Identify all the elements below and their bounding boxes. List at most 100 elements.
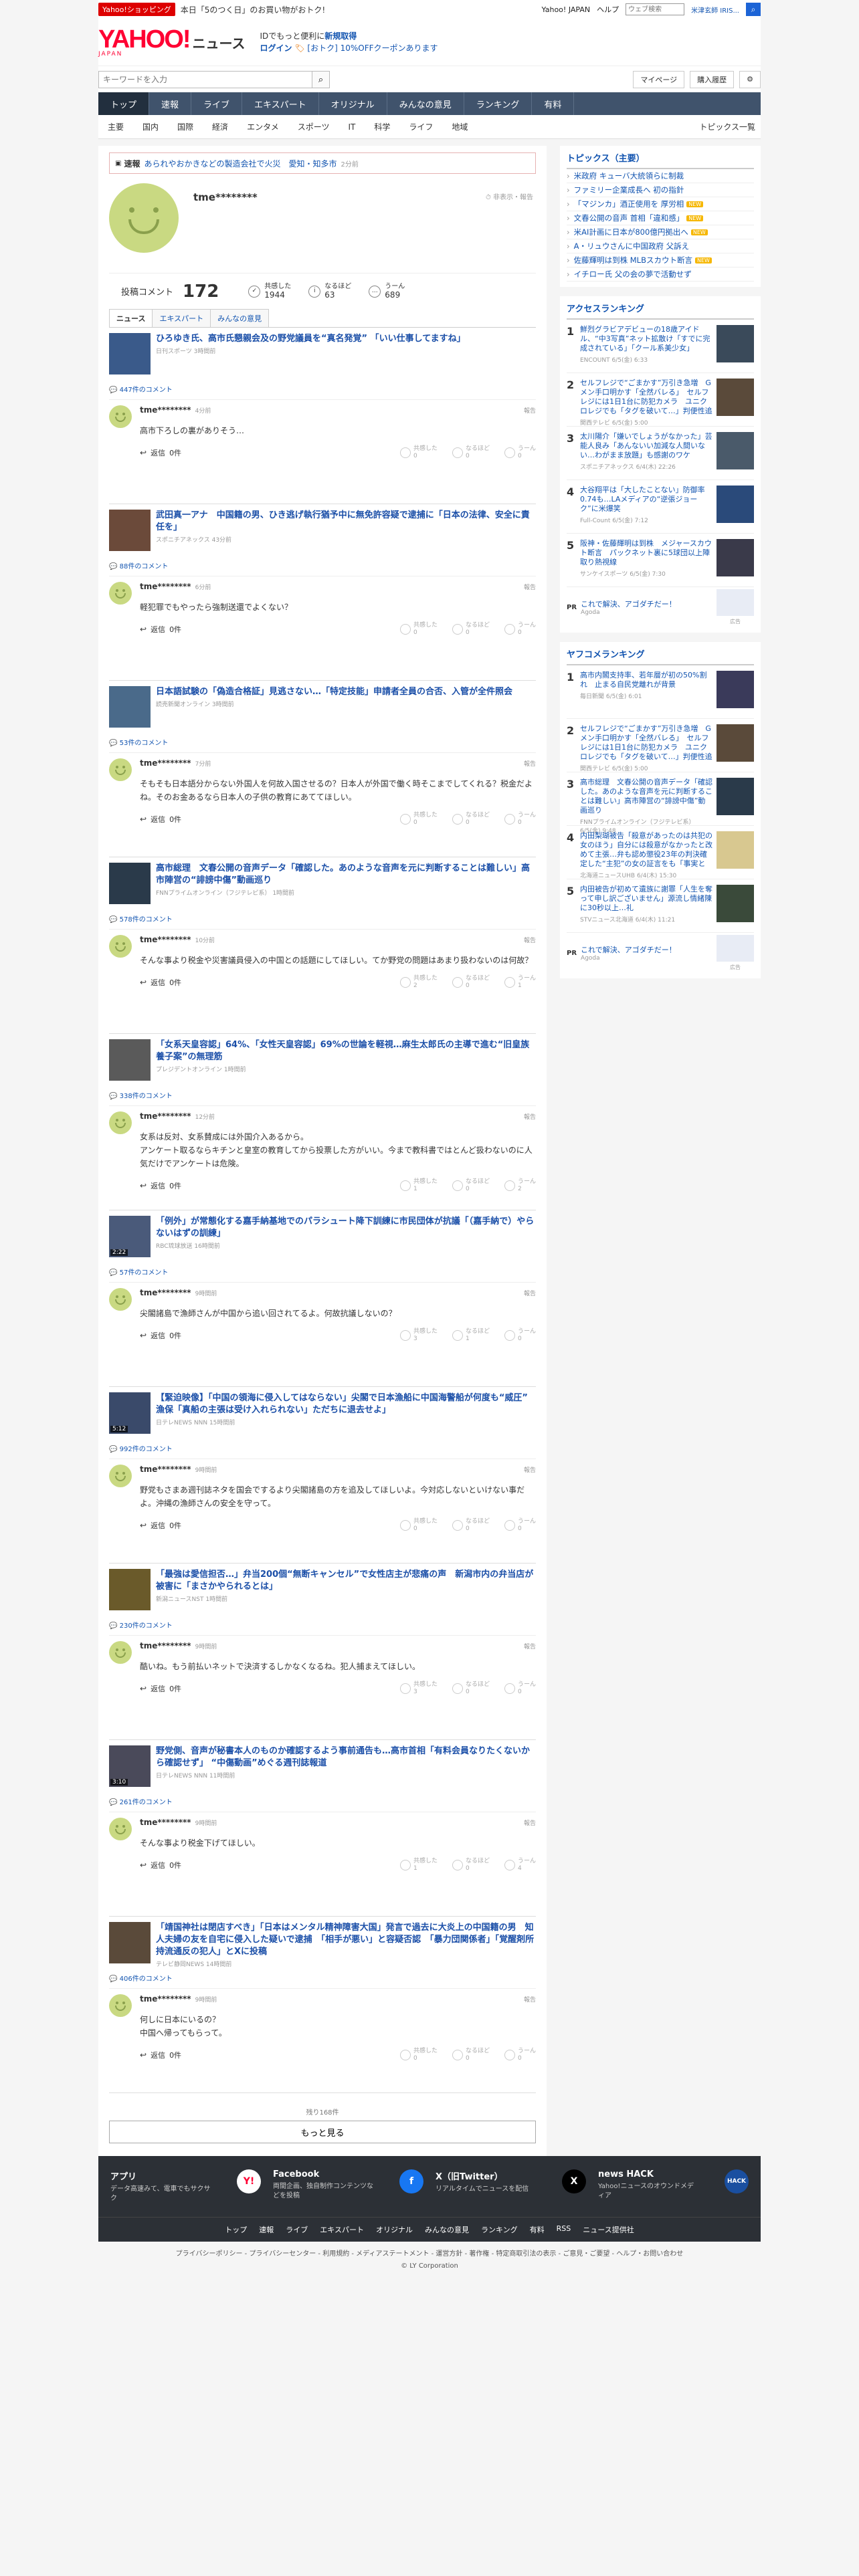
ranking-title[interactable]: セルフレジで“ごまかす”万引き急増 G メン手口明かす「全然バレる」 セルフレジ… (580, 724, 712, 762)
comment-count-link[interactable]: 💬 406件のコメント (109, 1973, 536, 1989)
article-link[interactable]: 「最強は愛信担否…」弁当200個“無断キャンセル”で女性店主が悲痛の声 新潟市内… (109, 1569, 536, 1610)
reply-button[interactable]: ↩ 返信 0件 (140, 2050, 181, 2060)
topic-item[interactable]: › 米AI計画に日本が800億円拠出へ NEW (567, 225, 754, 239)
reaction-agree-button[interactable]: 共感した 0 (399, 445, 438, 460)
footer-link-0[interactable]: トップ (225, 2224, 247, 2235)
nav-tab-6[interactable]: ランキング (464, 92, 533, 115)
reply-button[interactable]: ↩ 返信 0件 (140, 977, 181, 988)
footer-app-3[interactable]: news HACK Yahoo!ニュースのオウンドメディア HACK (598, 2169, 749, 2204)
comment-count-link[interactable]: 💬 992件のコメント (109, 1443, 536, 1459)
reaction-naruhodo-button[interactable]: なるほど 0 (452, 622, 490, 637)
ranking-title[interactable]: セルフレジで“ごまかす”万引き急増 G メン手口明かす「全然バレる」 セルフレジ… (580, 379, 712, 416)
reaction-uun-button[interactable]: うーん 2 (504, 1178, 536, 1193)
ranking-item[interactable]: 4 大谷翔平は「大したことない」防御率0.74も…LAメディアの“逆張ジョーク”に… (567, 480, 754, 534)
ranking-thumbnail[interactable] (717, 885, 754, 922)
reaction-uun-button[interactable]: うーん 1 (504, 975, 536, 990)
article-link[interactable]: 3:10 野党側、音声が秘書本人のものか確認するよう事前通告も…高市首相「有料会員… (109, 1745, 536, 1787)
reaction-agree-button[interactable]: 共感した 0 (399, 1518, 438, 1533)
breaking-title[interactable]: あられやおかきなどの製造会社で火災 愛知・知多市 (144, 158, 337, 169)
footer-link-3[interactable]: エキスパート (320, 2224, 364, 2235)
tab-1[interactable]: エキスパート (152, 309, 211, 327)
topic-item[interactable]: › イチロー氏 父の会の夢で活動せず (567, 267, 754, 282)
tab-2[interactable]: みんなの意見 (210, 309, 270, 327)
article-link[interactable]: 武田真一アナ 中国籍の男、ひき逃げ執行猶予中に無免許容疑で逮捕に「日本の法律、安… (109, 510, 536, 551)
article-title[interactable]: 野党側、音声が秘書本人のものか確認するよう事前通告も…高市首相「有料会員なりたく… (156, 1745, 536, 1769)
reaction-uun-button[interactable]: うーん 0 (504, 1681, 536, 1696)
reaction-uun-button[interactable]: うーん 4 (504, 1858, 536, 1872)
article-title[interactable]: 「最強は愛信担否…」弁当200個“無断キャンセル”で女性店主が悲痛の声 新潟市内… (156, 1569, 536, 1593)
category-tab-3[interactable]: 経済 (203, 121, 237, 132)
topic-item[interactable]: › A・リュウさんに中国政府 父訴え (567, 239, 754, 253)
category-tab-1[interactable]: 国内 (133, 121, 168, 132)
web-search-input[interactable] (626, 3, 685, 15)
ranking-item[interactable]: 4 内田梨瑚被告「殺意があったのは共犯の女のほう」自分には殺意がなかったと改めて主… (567, 826, 754, 879)
article-title[interactable]: 武田真一アナ 中国籍の男、ひき逃げ執行猶予中に無免許容疑で逮捕に「日本の法律、安… (156, 510, 536, 534)
reply-button[interactable]: ↩ 返信 0件 (140, 1330, 181, 1341)
ranking-item[interactable]: 2 セルフレジで“ごまかす”万引き急増 G メン手口明かす「全然バレる」 セルフレ… (567, 373, 754, 427)
category-tab-9[interactable]: 地域 (442, 121, 477, 132)
footer-link-8[interactable]: RSS (557, 2224, 571, 2235)
footer-link-5[interactable]: みんなの意見 (425, 2224, 469, 2235)
reply-button[interactable]: ↩ 返信 0件 (140, 447, 181, 458)
ranking-title[interactable]: 大谷翔平は「大したことない」防御率0.74も…LAメディアの“逆張ジョーク”に米… (580, 486, 712, 514)
category-tab-2[interactable]: 国際 (168, 121, 203, 132)
report-link[interactable]: 報告 (524, 1995, 536, 2004)
reaction-naruhodo-button[interactable]: なるほど 0 (452, 1178, 490, 1193)
search-suggestion[interactable]: 米津玄師 IRIS... (691, 5, 739, 15)
article-link[interactable]: ひろゆき氏、高市氏懇親会及の野党議員を“真名発覚” 「いい仕事してますね」 日刊ス… (109, 333, 536, 374)
nav-tab-2[interactable]: ライブ (191, 92, 243, 115)
reaction-naruhodo-button[interactable]: なるほど 0 (452, 1858, 490, 1872)
article-title[interactable]: 「靖国神社は閉店すべき」「日本はメンタル精神障害大国」発言で過去に大炎上の中国籍… (156, 1922, 536, 1958)
service-name[interactable]: ニュース (193, 33, 246, 52)
pr-ad-2[interactable]: PR これで解決、アゴダチだー！ Agoda 広告 (567, 933, 754, 973)
reply-button[interactable]: ↩ 返信 0件 (140, 1860, 181, 1870)
article-title[interactable]: 日本語試験の「偽造合格証」見逃さない…「特定技能」申請者全員の合否、入管が全件照… (156, 686, 512, 698)
nav-tab-5[interactable]: みんなの意見 (387, 92, 464, 115)
ranking-thumbnail[interactable] (717, 831, 754, 869)
reaction-naruhodo-button[interactable]: なるほど 0 (452, 2048, 490, 2062)
topics-list-link[interactable]: トピックス一覧 (699, 121, 761, 132)
article-link[interactable]: 2:22 「例外」が常態化する嘉手納基地でのパラシュート降下訓練に市民団体が抗議「… (109, 1216, 536, 1257)
topic-item[interactable]: › 佐藤輝明は到株 MLBスカウト断言 NEW (567, 253, 754, 267)
comment-count-link[interactable]: 💬 88件のコメント (109, 560, 536, 576)
settings-button[interactable]: ⚙ (739, 70, 761, 88)
ranking-thumbnail[interactable] (717, 486, 754, 523)
report-link[interactable]: 報告 (524, 936, 536, 944)
article-thumbnail[interactable] (109, 510, 151, 551)
article-thumbnail[interactable] (109, 863, 151, 904)
reaction-agree-button[interactable]: 共感した 0 (399, 2048, 438, 2062)
footer-link-7[interactable]: 有料 (530, 2224, 545, 2235)
category-tab-8[interactable]: ライフ (399, 121, 442, 132)
reply-button[interactable]: ↩ 返信 0件 (140, 624, 181, 635)
ranking-thumbnail[interactable] (717, 778, 754, 815)
reply-button[interactable]: ↩ 返信 0件 (140, 1683, 181, 1694)
article-thumbnail[interactable] (109, 1039, 151, 1081)
reaction-uun-button[interactable]: うーん 0 (504, 1328, 536, 1343)
ranking-thumbnail[interactable] (717, 325, 754, 362)
ranking-thumbnail[interactable] (717, 539, 754, 576)
pr-ad[interactable]: PR これで解決、アゴダチだー！ Agoda 広告 (567, 587, 754, 627)
shopping-badge[interactable]: Yahoo!ショッピング (98, 3, 175, 16)
footer-app-2[interactable]: X（旧Twitter） リアルタイムでニュースを配信 X (436, 2169, 586, 2204)
article-thumbnail[interactable] (109, 333, 151, 374)
ranking-title[interactable]: 高市総理 文春公開の音声データ「確認した。あのような音声を元に判断することは難し… (580, 778, 712, 815)
topics-title[interactable]: トピックス（主要） (567, 151, 754, 169)
reaction-naruhodo-button[interactable]: なるほど 0 (452, 812, 490, 827)
ranking-title[interactable]: 高市内閣支持率、若年層が初の50%割れ 止まる自民党離れが背景 (580, 671, 712, 689)
category-tab-0[interactable]: 主要 (98, 121, 133, 132)
ranking-item[interactable]: 5 内田被告が初めて遺族に謝罪「人生を奪って申し訳ございません」源流し情緒陳に30… (567, 879, 754, 933)
article-title[interactable]: 高市総理 文春公開の音声データ「確認した。あのような音声を元に判断することは難し… (156, 863, 536, 887)
yahoo-logo[interactable]: YAHOO! JAPAN (98, 27, 191, 58)
reaction-naruhodo-button[interactable]: なるほど 0 (452, 445, 490, 460)
keyword-search-input[interactable] (98, 70, 312, 88)
ranking-item[interactable]: 1 高市内閣支持率、若年層が初の50%割れ 止まる自民党離れが背景 毎日新聞 6/5… (567, 665, 754, 719)
footer-app-1[interactable]: Facebook 両間企画、独自制作コンテンツなどを投稿 f (273, 2169, 423, 2204)
article-thumbnail[interactable]: 2:22 (109, 1216, 151, 1257)
article-link[interactable]: 「女系天皇容認」64%、「女性天皇容認」69%の世論を軽視…麻生太郎氏の主導で進… (109, 1039, 536, 1081)
reaction-agree-button[interactable]: 共感した 0 (399, 812, 438, 827)
reaction-uun-button[interactable]: うーん 0 (504, 1518, 536, 1533)
report-link[interactable]: 報告 (524, 759, 536, 768)
nav-tab-4[interactable]: オリジナル (319, 92, 387, 115)
login-link[interactable]: ログイン (260, 43, 292, 53)
help-link[interactable]: ヘルプ (597, 4, 619, 15)
